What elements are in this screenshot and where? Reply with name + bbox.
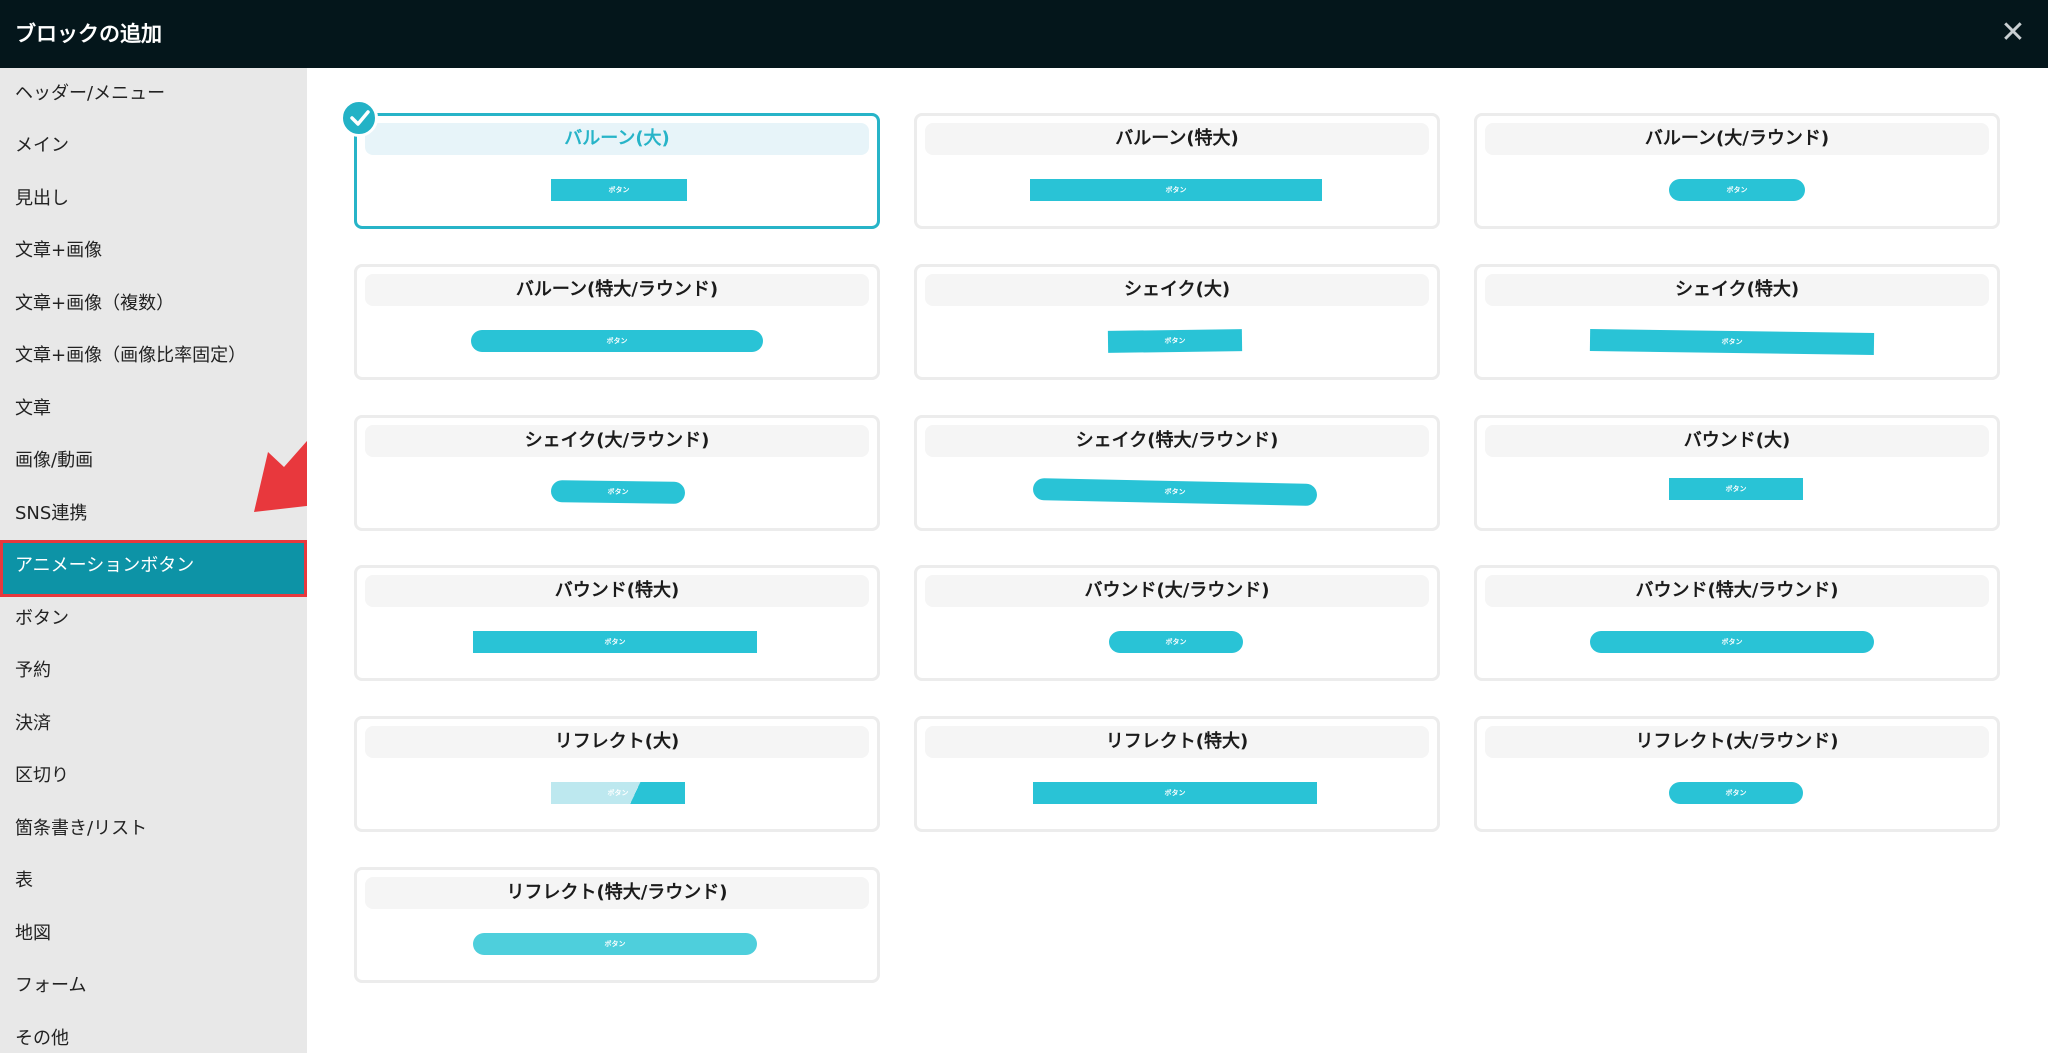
sidebar-item-list[interactable]: 箇条書き/リスト [0,803,307,855]
button-preview: ボタン [551,179,687,201]
block-card-balloon-xlarge-round[interactable]: バルーン(特大/ラウンド) ボタン [354,264,880,380]
block-card-bound-large[interactable]: バウンド(大) ボタン [1474,415,2000,531]
sidebar-item-other[interactable]: その他 [0,1013,307,1053]
block-card-balloon-large-round[interactable]: バルーン(大/ラウンド) ボタン [1474,113,2000,229]
block-card-shake-xlarge-round[interactable]: シェイク(特大/ラウンド) ボタン [914,415,1440,531]
button-preview: ボタン [1033,782,1317,804]
card-title: リフレクト(大/ラウンド) [1485,726,1989,758]
button-preview: ボタン [1669,782,1803,804]
button-preview: ボタン [1669,478,1803,500]
button-preview: ボタン [1032,478,1318,506]
button-preview: ボタン [1590,631,1874,653]
button-preview: ボタン [1107,329,1243,353]
button-preview: ボタン [1109,631,1243,653]
sidebar-item-button[interactable]: ボタン [0,593,307,645]
card-title: バウンド(特大/ラウンド) [1485,575,1989,607]
block-card-bound-large-round[interactable]: バウンド(大/ラウンド) ボタン [914,565,1440,681]
card-title: バウンド(特大) [365,575,869,607]
button-preview: ボタン [1669,179,1805,201]
card-title: リフレクト(特大/ラウンド) [365,877,869,909]
modal-title: ブロックの追加 [15,22,162,46]
card-title: リフレクト(大) [365,726,869,758]
sidebar-item-text-image-multiple[interactable]: 文章+画像（複数） [0,278,307,330]
block-card-balloon-large[interactable]: バルーン(大) ボタン [354,113,880,229]
card-title: バルーン(特大) [925,123,1429,155]
button-preview: ボタン [473,933,757,955]
block-card-balloon-xlarge[interactable]: バルーン(特大) ボタン [914,113,1440,229]
category-sidebar: ヘッダー/メニュー メイン 見出し 文章+画像 文章+画像（複数） 文章+画像（… [0,68,307,1053]
card-title: シェイク(特大/ラウンド) [925,425,1429,457]
block-card-reflect-xlarge-round[interactable]: リフレクト(特大/ラウンド) ボタン [354,867,880,983]
card-title: バウンド(大) [1485,425,1989,457]
sidebar-item-divider[interactable]: 区切り [0,750,307,802]
sidebar-item-table[interactable]: 表 [0,855,307,907]
button-preview: ボタン [1589,329,1875,355]
sidebar-item-form[interactable]: フォーム [0,960,307,1012]
sidebar-item-text-image[interactable]: 文章+画像 [0,225,307,277]
block-card-shake-xlarge[interactable]: シェイク(特大) ボタン [1474,264,2000,380]
button-preview: ボタン [471,330,763,352]
sidebar-item-text-image-fixed-ratio[interactable]: 文章+画像（画像比率固定） [0,330,307,382]
card-title: リフレクト(特大) [925,726,1429,758]
card-title: シェイク(大) [925,274,1429,306]
button-preview: ボタン [473,631,757,653]
block-card-reflect-large[interactable]: リフレクト(大) ボタン [354,716,880,832]
sidebar-item-map[interactable]: 地図 [0,908,307,960]
sidebar-item-heading[interactable]: 見出し [0,173,307,225]
block-card-reflect-xlarge[interactable]: リフレクト(特大) ボタン [914,716,1440,832]
close-icon[interactable]: ✕ [1992,12,2034,54]
card-title: シェイク(大/ラウンド) [365,425,869,457]
button-preview: ボタン [1030,179,1322,201]
block-grid: バルーン(大) ボタン バルーン(特大) ボタン バルーン(大/ラウンド) ボタ… [307,68,2048,1053]
card-title: バルーン(特大/ラウンド) [365,274,869,306]
block-card-shake-large[interactable]: シェイク(大) ボタン [914,264,1440,380]
sidebar-item-main[interactable]: メイン [0,120,307,172]
modal-header: ブロックの追加 ✕ [0,0,2048,68]
check-icon [340,99,378,137]
card-title: バルーン(大/ラウンド) [1485,123,1989,155]
sidebar-item-header-menu[interactable]: ヘッダー/メニュー [0,68,307,120]
card-title: バウンド(大/ラウンド) [925,575,1429,607]
button-preview: ボタン [551,782,685,804]
sidebar-item-payment[interactable]: 決済 [0,698,307,750]
block-card-bound-xlarge-round[interactable]: バウンド(特大/ラウンド) ボタン [1474,565,2000,681]
button-preview: ボタン [550,480,686,504]
card-title: シェイク(特大) [1485,274,1989,306]
sidebar-item-animation-button[interactable]: アニメーションボタン [0,540,307,597]
block-card-reflect-large-round[interactable]: リフレクト(大/ラウンド) ボタン [1474,716,2000,832]
block-card-bound-xlarge[interactable]: バウンド(特大) ボタン [354,565,880,681]
sidebar-item-reservation[interactable]: 予約 [0,645,307,697]
block-card-shake-large-round[interactable]: シェイク(大/ラウンド) ボタン [354,415,880,531]
card-title: バルーン(大) [365,123,869,155]
